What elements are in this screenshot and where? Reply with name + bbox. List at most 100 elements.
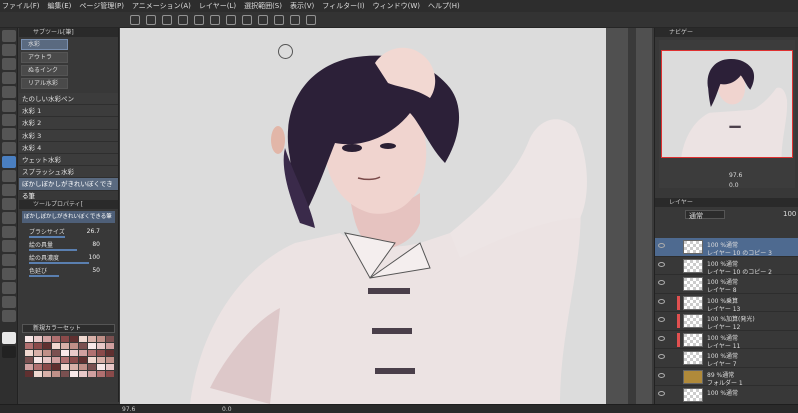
- operation-tool-icon[interactable]: [2, 58, 16, 70]
- clear-icon[interactable]: [194, 14, 204, 25]
- color-swatch[interactable]: [70, 364, 78, 370]
- layer-row[interactable]: 100 %通常: [655, 386, 798, 405]
- pen-tool-icon[interactable]: [2, 128, 16, 140]
- color-swatch[interactable]: [97, 350, 105, 356]
- color-swatch[interactable]: [88, 371, 96, 377]
- color-swatch[interactable]: [43, 336, 51, 342]
- snap-icon[interactable]: [290, 14, 300, 25]
- color-swatch[interactable]: [106, 350, 114, 356]
- color-swatch[interactable]: [88, 343, 96, 349]
- color-swatch[interactable]: [34, 336, 42, 342]
- status-angle[interactable]: 0.0: [222, 406, 232, 413]
- layer-row[interactable]: 100 %通常 レイヤー 7: [655, 349, 798, 368]
- eye-icon[interactable]: [658, 243, 665, 248]
- menu-edit[interactable]: 編集(E): [48, 1, 72, 11]
- eye-icon[interactable]: [658, 354, 665, 359]
- color-swatch[interactable]: [34, 350, 42, 356]
- brush-size-slider[interactable]: ブラシサイズ 26.7: [19, 225, 118, 238]
- eye-icon[interactable]: [658, 391, 665, 396]
- color-swatch[interactable]: [79, 350, 87, 356]
- color-swatch[interactable]: [79, 371, 87, 377]
- eyedropper-icon[interactable]: [2, 114, 16, 126]
- canvas-scrollbar[interactable]: [628, 28, 636, 404]
- eye-icon[interactable]: [658, 335, 665, 341]
- menu-page[interactable]: ページ管理(P): [79, 1, 124, 11]
- color-swatch[interactable]: [88, 336, 96, 342]
- move-layer-icon[interactable]: [2, 72, 16, 84]
- layer-row[interactable]: 100 %通常 レイヤー 8: [655, 275, 798, 294]
- status-zoom[interactable]: 97.6: [122, 406, 135, 413]
- fill-tool-icon[interactable]: [2, 212, 16, 224]
- ruler-icon[interactable]: [274, 14, 284, 25]
- layer-row[interactable]: 100 %加算(発光) レイヤー 12: [655, 312, 798, 331]
- sub-color-swatch[interactable]: [2, 346, 16, 358]
- menu-layer[interactable]: レイヤー(L): [199, 1, 236, 11]
- eye-icon[interactable]: [658, 298, 665, 304]
- layer-row[interactable]: 100 %通常 レイヤー 10 のコピー 3: [655, 238, 798, 257]
- color-swatch[interactable]: [88, 364, 96, 370]
- pencil-tool-icon[interactable]: [2, 142, 16, 154]
- eye-icon[interactable]: [658, 372, 665, 378]
- navigator-preview[interactable]: [661, 50, 793, 158]
- color-swatch[interactable]: [70, 343, 78, 349]
- blend-tool-icon[interactable]: [2, 198, 16, 210]
- color-swatch[interactable]: [43, 364, 51, 370]
- layer-row[interactable]: 100 %通常 レイヤー 10 のコピー 2: [655, 257, 798, 276]
- color-swatch[interactable]: [70, 336, 78, 342]
- correction-tool-icon[interactable]: [2, 310, 16, 322]
- color-swatch[interactable]: [52, 371, 60, 377]
- color-swatch[interactable]: [34, 343, 42, 349]
- color-swatch[interactable]: [106, 343, 114, 349]
- airbrush-tool-icon[interactable]: [2, 170, 16, 182]
- subtool-item-selected[interactable]: ぼかしぼかしがきれいぼくできる筆: [19, 178, 118, 200]
- color-swatch[interactable]: [61, 343, 69, 349]
- color-swatch[interactable]: [97, 336, 105, 342]
- deselect-icon[interactable]: [242, 14, 252, 25]
- grid-icon[interactable]: [306, 14, 316, 25]
- color-swatch[interactable]: [106, 336, 114, 342]
- layer-row[interactable]: 100 %乗算 レイヤー 13: [655, 294, 798, 313]
- color-swatch[interactable]: [25, 350, 33, 356]
- subtool-tab-watercolor[interactable]: 水彩: [21, 39, 68, 50]
- menu-window[interactable]: ウィンドウ(W): [373, 1, 420, 11]
- color-swatch[interactable]: [43, 350, 51, 356]
- subtool-item[interactable]: 水彩 1: [19, 105, 118, 118]
- eye-icon[interactable]: [658, 317, 665, 322]
- menu-help[interactable]: ヘルプ(H): [428, 1, 460, 11]
- color-swatch[interactable]: [88, 350, 96, 356]
- color-swatch[interactable]: [61, 371, 69, 377]
- subtool-item[interactable]: スプラッシュ水彩: [19, 166, 118, 179]
- color-swatch[interactable]: [106, 357, 114, 363]
- eraser-tool-icon[interactable]: [2, 184, 16, 196]
- color-swatch[interactable]: [97, 371, 105, 377]
- layer-row[interactable]: 100 %通常 レイヤー 11: [655, 331, 798, 350]
- new-file-icon[interactable]: [130, 14, 140, 25]
- brush-tool-icon[interactable]: [2, 156, 16, 168]
- subtool-item[interactable]: 水彩 3: [19, 129, 118, 142]
- color-swatch[interactable]: [79, 357, 87, 363]
- subtool-item[interactable]: 水彩 4: [19, 141, 118, 154]
- subtool-item[interactable]: たのしい水彩ペン: [19, 93, 118, 106]
- navigator-angle-value[interactable]: 0.0: [729, 182, 739, 189]
- redo-icon[interactable]: [178, 14, 188, 25]
- color-swatch[interactable]: [70, 371, 78, 377]
- figure-tool-icon[interactable]: [2, 240, 16, 252]
- gradient-tool-icon[interactable]: [2, 226, 16, 238]
- save-icon[interactable]: [146, 14, 156, 25]
- color-swatch[interactable]: [106, 371, 114, 377]
- subtool-tab-real-watercolor[interactable]: リアル水彩: [21, 78, 68, 89]
- color-swatch[interactable]: [61, 336, 69, 342]
- paint-density-slider[interactable]: 絵の具濃度 100: [19, 251, 118, 264]
- color-swatch[interactable]: [25, 364, 33, 370]
- hand-tool-icon[interactable]: [2, 44, 16, 56]
- color-swatch[interactable]: [43, 357, 51, 363]
- navigator-zoom-value[interactable]: 97.6: [729, 172, 742, 179]
- paint-density-value[interactable]: 100: [89, 254, 100, 261]
- paint-amount-value[interactable]: 80: [92, 241, 100, 248]
- color-swatch[interactable]: [25, 343, 33, 349]
- color-swatch[interactable]: [88, 357, 96, 363]
- canvas[interactable]: [120, 28, 606, 404]
- color-swatch[interactable]: [34, 364, 42, 370]
- color-swatch[interactable]: [61, 364, 69, 370]
- subtool-tab-ink[interactable]: ぬるインク: [21, 65, 68, 76]
